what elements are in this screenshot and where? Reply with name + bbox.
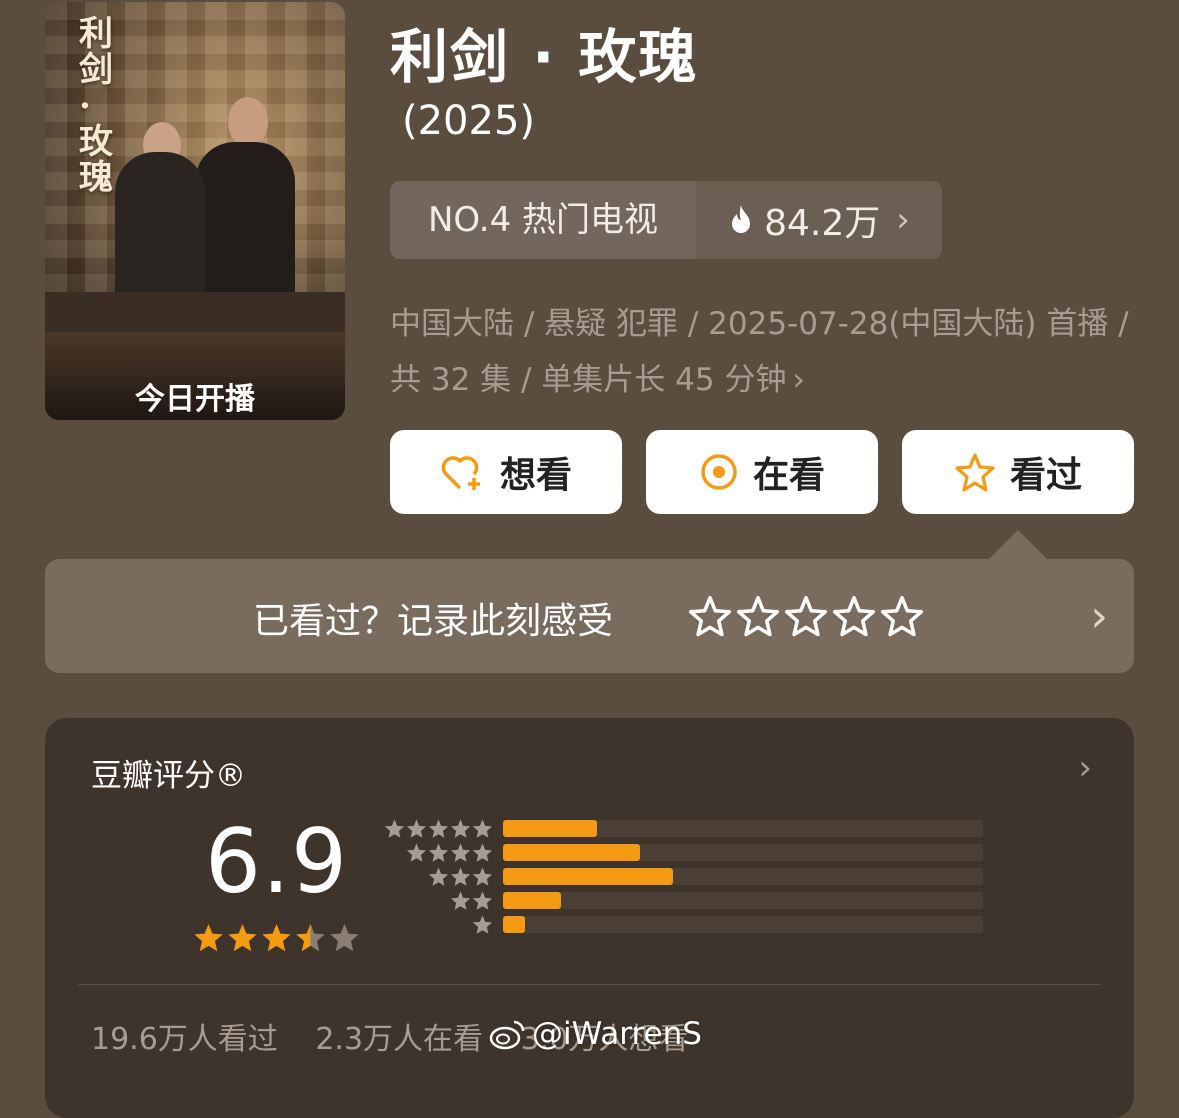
distribution-bar [503, 843, 640, 861]
star-icon [428, 842, 449, 862]
poster-banner: 今日开播 [135, 382, 255, 417]
distribution-row [383, 864, 983, 888]
divider [78, 984, 1101, 985]
target-icon [701, 454, 737, 490]
rate-stars[interactable] [689, 595, 923, 637]
want-label: 想看 [499, 455, 572, 496]
poster-figure [228, 97, 268, 147]
watching-label: 在看 [752, 455, 825, 496]
star-icon [406, 842, 427, 862]
distribution-track [503, 867, 983, 885]
want-button[interactable]: 想看 [390, 430, 622, 514]
star-level [383, 866, 493, 887]
chevron-right-icon: › [1090, 591, 1108, 642]
distribution-track [503, 891, 983, 909]
star-icon [450, 890, 471, 910]
rating-score: 6.9 [205, 810, 348, 913]
star-icon [450, 842, 471, 862]
star-icon [472, 818, 493, 838]
star-icon [330, 923, 359, 952]
star-icon [194, 923, 223, 952]
heat-value: 84.2万 [764, 203, 881, 244]
weibo-icon [489, 1020, 525, 1050]
distribution-bar [503, 867, 674, 885]
poster-figure [115, 152, 205, 312]
star-icon [406, 818, 427, 838]
distribution-bar [503, 915, 525, 933]
rating-label: 豆瓣评分® [91, 758, 246, 794]
poster-image[interactable]: 利剑·玫瑰 今日开播 [45, 2, 345, 420]
chevron-right-icon: › [896, 200, 910, 240]
star-icon [384, 818, 405, 838]
star-icon [450, 818, 471, 838]
rating-stars [193, 922, 360, 953]
star-level [383, 890, 493, 911]
star-icon [472, 890, 493, 910]
distribution-row [383, 912, 983, 936]
record-feeling-bar[interactable]: 已看过？记录此刻感受 › [45, 559, 1134, 673]
rate-star-icon[interactable] [785, 595, 827, 637]
star-level [383, 818, 493, 839]
watermark-text: @iWarrenS [532, 1016, 702, 1052]
rate-star-icon[interactable] [881, 595, 923, 637]
poster-figure [195, 142, 295, 312]
watching-count: 2.3万人在看 [315, 1022, 484, 1057]
distribution-row [383, 840, 983, 864]
distribution-track [503, 843, 983, 861]
watched-button[interactable]: 看过 [902, 430, 1134, 514]
chevron-right-icon: › [792, 362, 805, 398]
page-title: 利剑 · 玫瑰 [390, 23, 699, 91]
rank-label: NO.4 热门电视 [390, 181, 696, 259]
rate-star-icon[interactable] [737, 595, 779, 637]
rank-bar[interactable]: NO.4 热门电视 84.2万 › [390, 181, 942, 259]
star-icon [472, 914, 493, 934]
watched-label: 看过 [1009, 455, 1082, 496]
poster-title-art: 利剑·玫瑰 [79, 14, 113, 198]
star-icon [472, 842, 493, 862]
popover-pointer [988, 530, 1048, 560]
watching-button[interactable]: 在看 [646, 430, 878, 514]
star-icon [428, 866, 449, 886]
distribution-bar [503, 819, 597, 837]
distribution-row [383, 888, 983, 912]
star-icon [955, 453, 995, 492]
heat-count[interactable]: 84.2万 › [696, 181, 942, 259]
distribution-bar [503, 891, 561, 909]
release-year: (2025) [402, 98, 536, 144]
fire-icon [732, 205, 751, 233]
star-level [383, 914, 493, 935]
star-icon [428, 818, 449, 838]
rate-star-icon[interactable] [689, 595, 731, 637]
meta-text: 中国大陆 / 悬疑 犯罪 / 2025-07-28(中国大陆) 首播 / 共 3… [390, 306, 1129, 398]
distribution-row [383, 816, 983, 840]
chevron-right-icon: › [1078, 748, 1092, 788]
star-icon [262, 923, 291, 952]
distribution-track [503, 915, 983, 933]
watched-count: 19.6万人看过 [91, 1022, 278, 1057]
rate-star-icon[interactable] [833, 595, 875, 637]
record-prompt: 已看过？记录此刻感受 [253, 601, 614, 642]
distribution-track [503, 819, 983, 837]
star-icon [228, 923, 257, 952]
star-icon [450, 866, 471, 886]
star-level [383, 842, 493, 863]
star-icon [296, 923, 325, 952]
watermark: @iWarrenS [488, 1016, 702, 1052]
star-icon [472, 866, 493, 886]
poster-desk [45, 292, 345, 332]
rating-distribution [383, 816, 983, 936]
meta-info[interactable]: 中国大陆 / 悬疑 犯罪 / 2025-07-28(中国大陆) 首播 / 共 3… [390, 296, 1130, 408]
rating-card[interactable]: 豆瓣评分® › 6.9 19.6万人看过 2.3万人在看 3.0万人想看 [45, 718, 1134, 1118]
heart-plus-icon [441, 456, 480, 490]
